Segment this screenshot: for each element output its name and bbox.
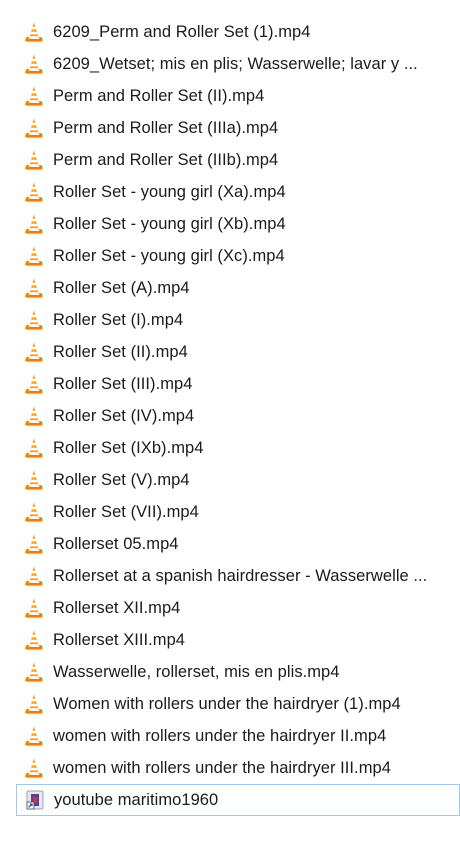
vlc-cone-icon xyxy=(23,628,45,652)
vlc-cone-icon xyxy=(23,756,45,780)
file-name: Roller Set (A).mp4 xyxy=(53,278,190,297)
file-item[interactable]: Perm and Roller Set (IIIa).mp4 xyxy=(16,112,460,144)
file-item[interactable]: Roller Set - young girl (Xa).mp4 xyxy=(16,176,460,208)
vlc-cone-icon xyxy=(23,436,45,460)
vlc-cone-icon xyxy=(23,276,45,300)
vlc-cone-icon xyxy=(23,404,45,428)
file-name: Roller Set (VII).mp4 xyxy=(53,502,199,521)
file-name: Perm and Roller Set (II).mp4 xyxy=(53,86,265,105)
vlc-cone-icon xyxy=(23,500,45,524)
file-list: 6209_Perm and Roller Set (1).mp4 6209_Wet… xyxy=(16,16,460,816)
file-item[interactable]: Rollerset at a spanish hairdresser - Was… xyxy=(16,560,460,592)
file-item[interactable]: Roller Set (II).mp4 xyxy=(16,336,460,368)
file-name: Roller Set - young girl (Xb).mp4 xyxy=(53,214,286,233)
vlc-cone-icon xyxy=(23,372,45,396)
file-name: Perm and Roller Set (IIIb).mp4 xyxy=(53,150,279,169)
vlc-cone-icon xyxy=(23,308,45,332)
vlc-cone-icon xyxy=(23,244,45,268)
file-name: Rollerset XII.mp4 xyxy=(53,598,181,617)
file-name: Roller Set (IXb).mp4 xyxy=(53,438,204,457)
vlc-cone-icon xyxy=(23,532,45,556)
file-name: youtube maritimo1960 xyxy=(54,790,219,809)
file-item[interactable]: Roller Set (A).mp4 xyxy=(16,272,460,304)
vlc-cone-icon xyxy=(23,692,45,716)
vlc-cone-icon xyxy=(23,724,45,748)
file-item[interactable]: Rollerset 05.mp4 xyxy=(16,528,460,560)
vlc-cone-icon xyxy=(23,180,45,204)
file-item[interactable]: Women with rollers under the hairdryer (… xyxy=(16,688,460,720)
vlc-cone-icon xyxy=(23,564,45,588)
vlc-cone-icon xyxy=(23,596,45,620)
file-name: women with rollers under the hairdryer I… xyxy=(53,726,387,745)
file-item[interactable]: women with rollers under the hairdryer I… xyxy=(16,720,460,752)
file-name: Roller Set (II).mp4 xyxy=(53,342,188,361)
vlc-cone-icon xyxy=(23,340,45,364)
vlc-cone-icon xyxy=(23,212,45,236)
vlc-cone-icon xyxy=(23,20,45,44)
file-name: Rollerset at a spanish hairdresser - Was… xyxy=(53,566,428,585)
file-name: 6209_Wetset; mis en plis; Wasserwelle; l… xyxy=(53,54,418,73)
vlc-cone-icon xyxy=(23,116,45,140)
file-item[interactable]: Perm and Roller Set (IIIb).mp4 xyxy=(16,144,460,176)
file-name: Roller Set - young girl (Xa).mp4 xyxy=(53,182,286,201)
vlc-cone-icon xyxy=(23,52,45,76)
file-item[interactable]: 6209_Perm and Roller Set (1).mp4 xyxy=(16,16,460,48)
vlc-cone-icon xyxy=(23,468,45,492)
file-name: women with rollers under the hairdryer I… xyxy=(53,758,391,777)
file-item[interactable]: Roller Set (III).mp4 xyxy=(16,368,460,400)
file-name: Roller Set (V).mp4 xyxy=(53,470,190,489)
file-item[interactable]: Roller Set - young girl (Xc).mp4 xyxy=(16,240,460,272)
vlc-cone-icon xyxy=(23,148,45,172)
file-item[interactable]: 6209_Wetset; mis en plis; Wasserwelle; l… xyxy=(16,48,460,80)
file-item[interactable]: Wasserwelle, rollerset, mis en plis.mp4 xyxy=(16,656,460,688)
file-item[interactable]: Roller Set (IXb).mp4 xyxy=(16,432,460,464)
file-name: 6209_Perm and Roller Set (1).mp4 xyxy=(53,22,311,41)
file-item[interactable]: Perm and Roller Set (II).mp4 xyxy=(16,80,460,112)
file-name: Rollerset 05.mp4 xyxy=(53,534,179,553)
file-item[interactable]: youtube maritimo1960 xyxy=(16,784,460,816)
file-item[interactable]: women with rollers under the hairdryer I… xyxy=(16,752,460,784)
file-name: Roller Set (IV).mp4 xyxy=(53,406,195,425)
file-name: Perm and Roller Set (IIIa).mp4 xyxy=(53,118,279,137)
file-item[interactable]: Roller Set (V).mp4 xyxy=(16,464,460,496)
file-name: Rollerset XIII.mp4 xyxy=(53,630,186,649)
file-name: Roller Set - young girl (Xc).mp4 xyxy=(53,246,285,265)
vlc-cone-icon xyxy=(23,84,45,108)
file-name: Wasserwelle, rollerset, mis en plis.mp4 xyxy=(53,662,340,681)
file-item[interactable]: Roller Set (I).mp4 xyxy=(16,304,460,336)
file-item[interactable]: Roller Set (VII).mp4 xyxy=(16,496,460,528)
file-name: Roller Set (I).mp4 xyxy=(53,310,184,329)
file-item[interactable]: Rollerset XIII.mp4 xyxy=(16,624,460,656)
vlc-cone-icon xyxy=(23,660,45,684)
file-name: Women with rollers under the hairdryer (… xyxy=(53,694,401,713)
file-name: Roller Set (III).mp4 xyxy=(53,374,193,393)
file-item[interactable]: Roller Set - young girl (Xb).mp4 xyxy=(16,208,460,240)
shortcut-icon xyxy=(24,788,46,812)
file-item[interactable]: Rollerset XII.mp4 xyxy=(16,592,460,624)
file-item[interactable]: Roller Set (IV).mp4 xyxy=(16,400,460,432)
